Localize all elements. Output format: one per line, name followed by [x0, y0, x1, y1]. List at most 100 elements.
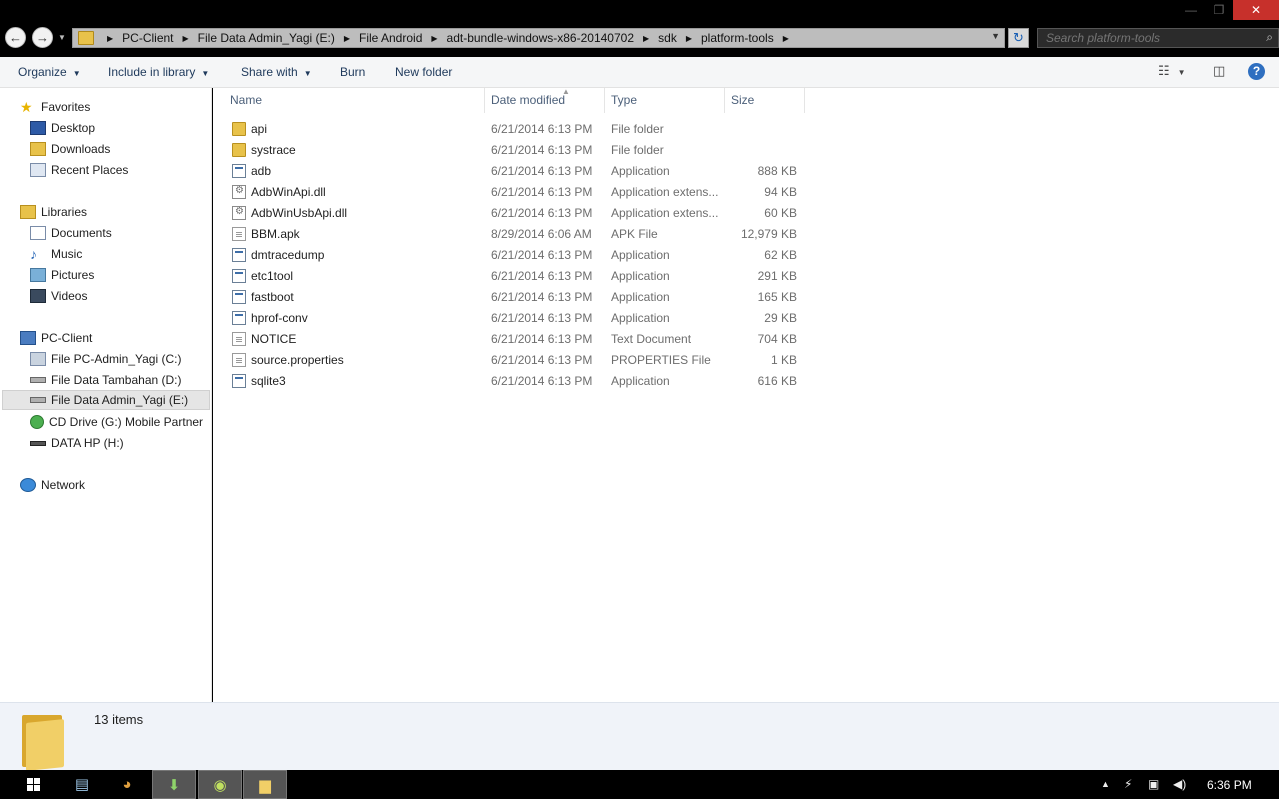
nav-drive-g[interactable]: CD Drive (G:) Mobile Partner [30, 412, 203, 432]
chevron-right-icon[interactable]: ▶ [783, 34, 789, 43]
item-count: 13 items [94, 712, 144, 727]
breadcrumb-item[interactable]: File Data Admin_Yagi (E:) [198, 31, 335, 45]
nav-label: Favorites [41, 100, 91, 114]
file-type: PROPERTIES File [611, 353, 711, 367]
breadcrumb-item[interactable]: adt-bundle-windows-x86-20140702 [447, 31, 634, 45]
include-in-library-button[interactable]: Include in library ▼ [108, 65, 209, 79]
breadcrumb-item[interactable]: PC-Client [122, 31, 173, 45]
file-row[interactable]: sqlite3 6/21/2014 6:13 PM Application 616 K… [213, 371, 813, 392]
nav-music[interactable]: ♪ Music [30, 244, 82, 264]
nav-pictures[interactable]: Pictures [30, 265, 94, 285]
file-row[interactable]: etc1tool 6/21/2014 6:13 PM Application 291 … [213, 266, 813, 287]
new-folder-button[interactable]: New folder [395, 65, 452, 79]
file-size: 291 KB [757, 269, 797, 283]
column-header-size[interactable]: Size [725, 88, 805, 113]
file-name: hprof-conv [251, 311, 308, 325]
nav-drive-e[interactable]: File Data Admin_Yagi (E:) [2, 390, 210, 410]
network-tray-icon[interactable]: ▣ [1148, 770, 1159, 799]
file-row[interactable]: NOTICE 6/21/2014 6:13 PM Text Document 704 … [213, 329, 813, 350]
search-icon[interactable]: ⌕ [1266, 30, 1273, 45]
document-icon [232, 353, 246, 367]
file-row[interactable]: adb 6/21/2014 6:13 PM Application 888 KB [213, 161, 813, 182]
chevron-right-icon[interactable]: ▶ [643, 34, 649, 43]
start-button[interactable] [6, 770, 50, 799]
help-icon: ? [1252, 64, 1261, 78]
nav-favorites[interactable]: ★ Favorites [20, 97, 90, 117]
chevron-right-icon[interactable]: ▶ [107, 34, 113, 43]
nav-drive-d[interactable]: File Data Tambahan (D:) [30, 370, 182, 390]
address-bar[interactable]: ▶ PC-Client ▶ File Data Admin_Yagi (E:) ▶ Fil… [72, 28, 1005, 48]
breadcrumb-item[interactable]: platform-tools [701, 31, 774, 45]
back-button[interactable]: ← [5, 27, 26, 48]
nav-pc-client[interactable]: PC-Client [20, 328, 92, 348]
maximize-button[interactable]: ❐ [1205, 0, 1233, 20]
close-button[interactable]: ✕ [1233, 0, 1279, 20]
forward-button[interactable]: → [32, 27, 53, 48]
help-button[interactable]: ? [1248, 63, 1265, 80]
preview-pane-button[interactable]: ◫ [1213, 63, 1225, 79]
file-row[interactable]: AdbWinUsbApi.dll 6/21/2014 6:13 PM Applica… [213, 203, 813, 224]
file-row[interactable]: systrace 6/21/2014 6:13 PM File folder [213, 140, 813, 161]
nav-desktop[interactable]: Desktop [30, 118, 95, 138]
nav-label: Pictures [51, 268, 95, 282]
taskbar-app-file-explorer[interactable]: ▆ [243, 770, 287, 799]
column-header-name[interactable]: Name [224, 88, 485, 113]
taskbar-app-paint[interactable]: ◕ [105, 770, 149, 799]
column-header-type[interactable]: Type [605, 88, 725, 113]
search-box[interactable]: ⌕ [1037, 28, 1279, 48]
chevron-right-icon[interactable]: ▶ [686, 34, 692, 43]
breadcrumb-item[interactable]: File Android [359, 31, 422, 45]
removable-drive-icon [30, 440, 46, 446]
refresh-button[interactable]: ↻ [1008, 28, 1029, 48]
nav-libraries[interactable]: Libraries [20, 202, 87, 222]
nav-drive-h[interactable]: DATA HP (H:) [30, 433, 124, 453]
share-with-button[interactable]: Share with ▼ [241, 65, 312, 79]
taskbar-app-notepad[interactable]: ▤ [60, 770, 104, 799]
column-header-date[interactable]: Date modified [485, 88, 605, 113]
file-size: 62 KB [764, 248, 797, 262]
chevron-right-icon[interactable]: ▶ [344, 34, 350, 43]
file-size: 616 KB [757, 374, 797, 388]
chevron-right-icon[interactable]: ▶ [183, 34, 189, 43]
minimize-button[interactable]: — [1177, 0, 1205, 20]
view-options-button[interactable]: ☷ ▼ [1158, 63, 1186, 79]
taskbar-app-bbm[interactable]: ◉ [198, 770, 242, 799]
nav-label: Network [41, 478, 86, 492]
search-input[interactable] [1038, 29, 1258, 47]
file-row[interactable]: api 6/21/2014 6:13 PM File folder [213, 119, 813, 140]
organize-button[interactable]: Organize ▼ [18, 65, 81, 79]
file-row[interactable]: AdbWinApi.dll 6/21/2014 6:13 PM Applicatio… [213, 182, 813, 203]
address-dropdown-icon[interactable]: ▼ [991, 31, 1000, 41]
file-row[interactable]: BBM.apk 8/29/2014 6:06 AM APK File 12,979 K… [213, 224, 813, 245]
chevron-right-icon[interactable]: ▶ [431, 34, 437, 43]
file-row[interactable]: source.properties 6/21/2014 6:13 PM PROPER… [213, 350, 813, 371]
nav-network[interactable]: Network [20, 475, 85, 495]
nav-label: Desktop [51, 121, 96, 135]
file-row[interactable]: hprof-conv 6/21/2014 6:13 PM Application 29… [213, 308, 813, 329]
nav-documents[interactable]: Documents [30, 223, 112, 243]
power-icon[interactable]: ⚡ [1124, 770, 1132, 799]
recent-locations-dropdown[interactable]: ▼ [58, 33, 66, 42]
burn-button[interactable]: Burn [340, 65, 365, 79]
application-icon [232, 311, 246, 325]
pictures-icon [30, 268, 46, 282]
file-row[interactable]: fastboot 6/21/2014 6:13 PM Application 165 … [213, 287, 813, 308]
file-type: Application extens... [611, 185, 719, 199]
nav-drive-c[interactable]: File PC-Admin_Yagi (C:) [30, 349, 181, 369]
file-name: AdbWinApi.dll [251, 185, 326, 199]
file-row[interactable]: dmtracedump 6/21/2014 6:13 PM Application 6… [213, 245, 813, 266]
file-date: 6/21/2014 6:13 PM [491, 311, 593, 325]
nav-recent-places[interactable]: Recent Places [30, 160, 128, 180]
application-icon [232, 290, 246, 304]
application-icon [232, 269, 246, 283]
volume-icon[interactable]: ◀) [1173, 770, 1186, 799]
breadcrumb-item[interactable]: sdk [658, 31, 677, 45]
taskbar-app-download-manager[interactable]: ⬇ [152, 770, 196, 799]
document-icon [232, 227, 246, 241]
notepad-icon: ▤ [74, 776, 90, 793]
nav-videos[interactable]: Videos [30, 286, 87, 306]
clock[interactable]: 6:36 PM [1207, 778, 1252, 792]
show-hidden-icons-button[interactable]: ▲ [1101, 770, 1110, 799]
windows-logo-icon [27, 778, 41, 791]
nav-downloads[interactable]: Downloads [30, 139, 110, 159]
